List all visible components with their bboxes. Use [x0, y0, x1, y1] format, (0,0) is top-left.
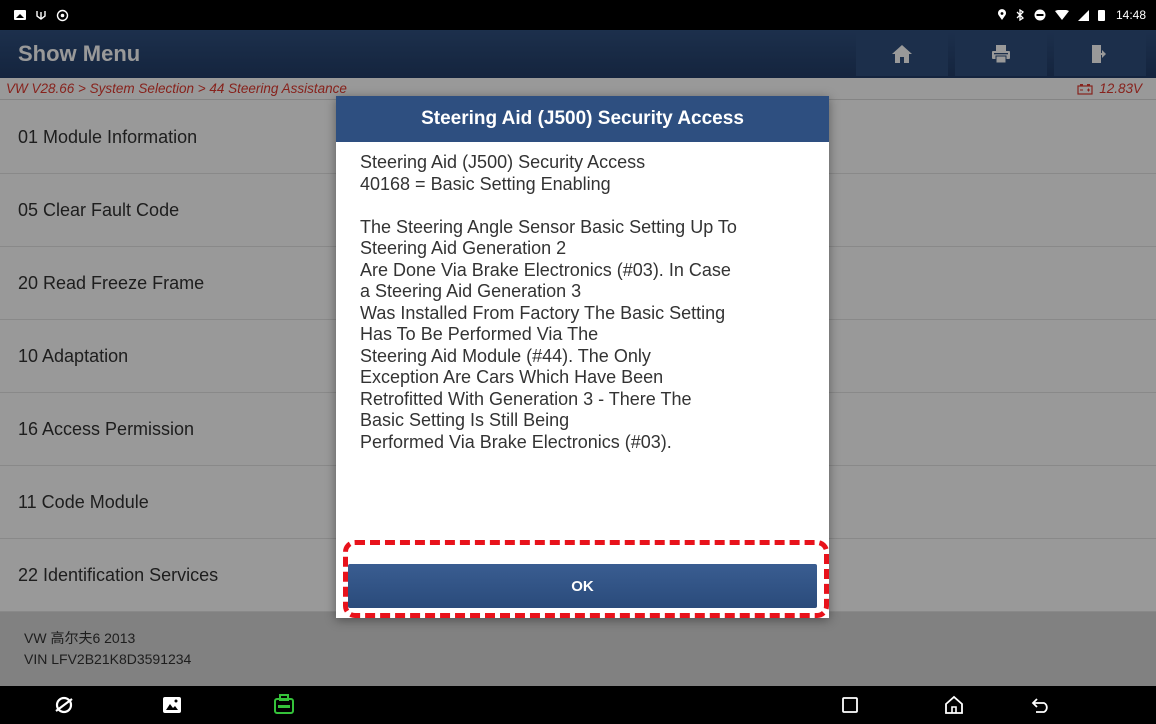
- dialog-line: Retrofitted With Generation 3 - There Th…: [360, 388, 692, 409]
- recent-apps-icon: [842, 697, 858, 713]
- browser-button[interactable]: [44, 690, 84, 720]
- dialog-line: Basic Setting Is Still Being: [360, 410, 570, 430]
- dialog-line: a Steering Aid Generation 3: [360, 281, 582, 301]
- image-notification-icon: [14, 10, 26, 20]
- signal-icon: [1077, 9, 1089, 21]
- dialog-line: Exception Are Cars Which Have Been: [360, 367, 664, 387]
- gallery-button[interactable]: [152, 690, 192, 720]
- home-outline-icon: [945, 695, 963, 714]
- dialog-title: Steering Aid (J500) Security Access: [336, 96, 829, 142]
- dialog-line: Has To Be Performed Via The: [360, 324, 599, 344]
- status-left: [14, 9, 69, 22]
- navigation-bar: [0, 686, 1156, 724]
- battery-icon: [1097, 9, 1105, 21]
- status-bar: 14:48: [0, 0, 1156, 30]
- recent-apps-button[interactable]: [830, 690, 870, 720]
- security-access-dialog: Steering Aid (J500) Security Access Stee…: [336, 96, 829, 618]
- dialog-line: Are Done Via Brake Electronics (#03). In…: [360, 259, 731, 280]
- back-icon: [1031, 698, 1048, 713]
- vci-button[interactable]: [264, 690, 304, 720]
- dialog-spacer: [360, 195, 807, 217]
- gallery-icon: [163, 697, 181, 713]
- ok-button[interactable]: OK: [348, 564, 817, 608]
- dialog-line: The Steering Angle Sensor Basic Setting …: [360, 216, 737, 237]
- browser-icon: [55, 696, 73, 714]
- location-icon: [997, 9, 1007, 21]
- status-right: 14:48: [997, 8, 1146, 22]
- wifi-icon: [1054, 9, 1069, 21]
- settings-notification-icon: [56, 9, 69, 22]
- dialog-line: Steering Aid Generation 2: [360, 238, 567, 258]
- do-not-disturb-icon: [1034, 9, 1046, 21]
- home-nav-button[interactable]: [934, 690, 974, 720]
- usb-icon: [35, 9, 47, 21]
- dialog-line: 40168 = Basic Setting Enabling: [360, 173, 611, 194]
- vci-icon: [274, 694, 294, 714]
- dialog-line: Steering Aid (J500) Security Access: [360, 152, 646, 172]
- dialog-line: Performed Via Brake Electronics (#03).: [360, 431, 672, 452]
- dialog-line: Steering Aid Module (#44). The Only: [360, 345, 651, 366]
- bluetooth-icon: [1016, 9, 1025, 21]
- dialog-line: Was Installed From Factory The Basic Set…: [360, 302, 726, 323]
- dialog-message: Steering Aid (J500) Security Access 4016…: [336, 142, 829, 453]
- back-button[interactable]: [1021, 690, 1061, 720]
- clock: 14:48: [1115, 8, 1146, 22]
